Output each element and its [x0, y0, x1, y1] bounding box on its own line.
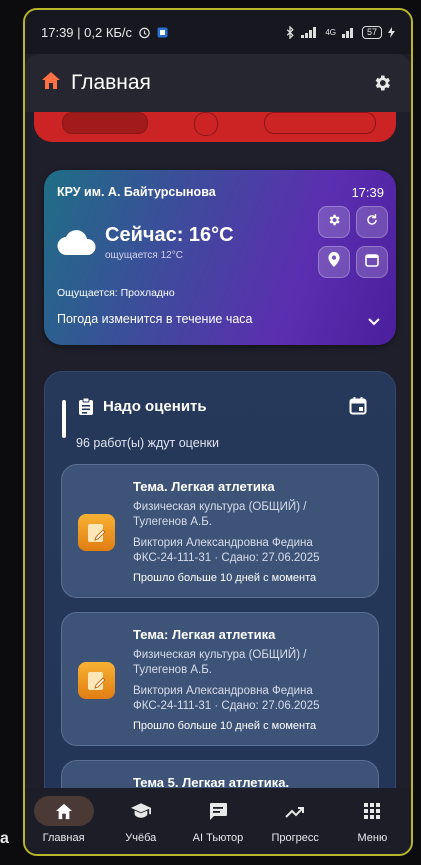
- nav-progress[interactable]: Прогресс: [259, 796, 331, 844]
- nav-menu[interactable]: Меню: [336, 796, 408, 844]
- gear-icon: [327, 213, 341, 232]
- bluetooth-icon: [285, 25, 295, 39]
- location-pin-icon: [328, 252, 340, 272]
- grid-menu-icon: [342, 796, 402, 826]
- alert-pill-left[interactable]: [62, 112, 148, 134]
- task-student: Виктория Александровна Федина: [133, 685, 313, 697]
- home-icon: [33, 796, 94, 826]
- weather-refresh-button[interactable]: [356, 206, 388, 238]
- task-title: Тема 5. Легкая атлетика.: [133, 775, 290, 788]
- task-student: Виктория Александровна Федина: [133, 537, 313, 549]
- weather-time: 17:39: [351, 185, 384, 200]
- alarm-icon: [138, 26, 151, 39]
- weather-location-button[interactable]: [318, 246, 350, 278]
- battery-icon: 57: [361, 25, 382, 39]
- grading-accent-bar: [62, 400, 66, 438]
- task-note: Прошло больше 10 дней с момента: [133, 572, 317, 584]
- task-teacher: Тулегенов А.Б.: [133, 516, 212, 528]
- weather-now: Сейчас: 16°C: [105, 224, 234, 246]
- assignment-icon: [78, 662, 115, 699]
- home-icon: [41, 71, 61, 95]
- status-bar: 17:39 | 0,2 КБ/с 4G 57: [25, 10, 411, 54]
- signal-2-icon: [341, 27, 356, 38]
- app-bar: Главная: [25, 54, 411, 112]
- weather-feels: Ощущается: Прохладно: [57, 287, 175, 299]
- nav-label: Главная: [42, 832, 85, 844]
- network-label: 4G: [325, 27, 336, 37]
- clipboard-icon: [79, 397, 93, 420]
- settings-gear-icon[interactable]: [369, 70, 395, 96]
- task-title: Тема. Легкая атлетика: [133, 479, 275, 494]
- grading-title: Надо оценить: [103, 398, 207, 415]
- bottom-nav: Главная Учёба AI Тьютор Прогресс Меню: [25, 788, 411, 854]
- nav-label: Меню: [357, 832, 388, 844]
- page-title: Главная: [71, 71, 151, 94]
- weather-settings-button[interactable]: [318, 206, 350, 238]
- calendar-icon: [365, 253, 379, 272]
- task-item[interactable]: Тема 5. Легкая атлетика.: [61, 760, 379, 788]
- app-notification-icon: [157, 27, 168, 38]
- task-group-date: ФКС-24-111-31 · Сдано: 27.06.2025: [133, 552, 320, 564]
- task-subject: Физическая культура (ОБЩИЙ) /: [133, 649, 307, 661]
- task-subject: Физическая культура (ОБЩИЙ) /: [133, 501, 307, 513]
- task-teacher: Тулегенов А.Б.: [133, 664, 212, 676]
- assignment-icon: [78, 514, 115, 551]
- task-item[interactable]: Тема. Легкая атлетика Физическая культур…: [61, 464, 379, 598]
- alert-pill-right[interactable]: [264, 112, 376, 134]
- alert-card[interactable]: [34, 112, 396, 142]
- chat-icon: [188, 796, 248, 826]
- main-scroll[interactable]: КРУ им. А. Байтурсынова 17:39 Сейчас: 16…: [25, 112, 411, 788]
- task-note: Прошло больше 10 дней с момента: [133, 720, 317, 732]
- trend-icon: [265, 796, 325, 826]
- status-time: 17:39 | 0,2 КБ/с: [41, 24, 133, 40]
- weather-change: Погода изменится в течение часа: [57, 312, 253, 326]
- weather-feels-small: ощущается 12°C: [105, 250, 183, 261]
- nav-label: AI Тьютор: [192, 832, 244, 844]
- weather-card: КРУ им. А. Байтурсынова 17:39 Сейчас: 16…: [44, 170, 396, 345]
- nav-study[interactable]: Учёба: [105, 796, 177, 844]
- task-item[interactable]: Тема: Легкая атлетика Физическая культур…: [61, 612, 379, 746]
- charging-icon: [388, 26, 395, 38]
- nav-ai-tutor[interactable]: AI Тьютор: [182, 796, 254, 844]
- battery-level: 57: [366, 26, 377, 37]
- nav-home[interactable]: Главная: [28, 796, 100, 844]
- phone-frame: 17:39 | 0,2 КБ/с 4G 57 Главная КРУ им. А…: [23, 8, 413, 856]
- task-group-date: ФКС-24-111-31 · Сдано: 27.06.2025: [133, 700, 320, 712]
- refresh-icon: [365, 213, 379, 232]
- signal-icon: [301, 26, 319, 38]
- grading-calendar-icon[interactable]: [349, 397, 367, 420]
- nav-label: Учёба: [125, 832, 157, 844]
- alert-pill-icon[interactable]: [194, 112, 218, 136]
- nav-label: Прогресс: [271, 832, 319, 844]
- cloud-icon: [57, 230, 97, 261]
- chevron-down-icon[interactable]: [368, 313, 380, 331]
- graduation-cap-icon: [111, 796, 171, 826]
- weather-calendar-button[interactable]: [356, 246, 388, 278]
- task-title: Тема: Легкая атлетика: [133, 627, 276, 642]
- stray-letter: a: [0, 830, 9, 847]
- grading-count: 96 работ(ы) ждут оценки: [76, 436, 220, 450]
- weather-place: КРУ им. А. Байтурсынова: [57, 185, 216, 199]
- grading-card: Надо оценить 96 работ(ы) ждут оценки Тем…: [44, 371, 396, 788]
